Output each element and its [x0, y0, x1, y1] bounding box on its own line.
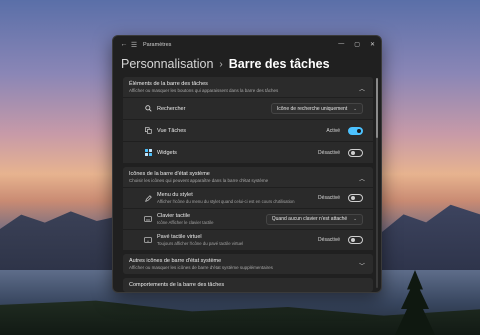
- section-subtitle: Afficher ou masquer les boutons qui appa…: [129, 88, 279, 93]
- window-title: Paramètres: [143, 41, 172, 48]
- maximize-button[interactable]: ▢: [354, 41, 360, 48]
- toggle-state-label: Activé: [326, 127, 340, 134]
- toggle-state-label: Désactivé: [318, 149, 340, 156]
- row-label: Menu du stylet: [157, 192, 193, 198]
- touchpad-icon: [143, 237, 153, 243]
- row-description: Afficher l'icône du menu du stylet quand…: [157, 199, 295, 204]
- chevron-up-icon[interactable]: ︿: [359, 174, 365, 183]
- pen-icon: [143, 194, 153, 202]
- toggle-state-label: Désactivé: [318, 195, 340, 201]
- search-icon: [143, 105, 153, 112]
- row-description: Toujours afficher l'icône du pavé tactil…: [157, 241, 244, 246]
- widgets-icon: [143, 149, 153, 156]
- toggle-knob: [350, 238, 355, 242]
- toggle-knob: [357, 128, 361, 133]
- row-label: Pavé tactile virtuel: [157, 234, 202, 240]
- breadcrumb-parent[interactable]: Personnalisation: [121, 57, 213, 71]
- wallpaper-mountain-right: [382, 204, 480, 280]
- row-task-view: Vue Tâches Activé: [123, 119, 373, 141]
- row-touch-keyboard: Clavier tactile Icône Afficher le clavie…: [123, 208, 373, 229]
- row-label: Widgets: [157, 149, 177, 156]
- section-title: Icônes de la barre d'état système: [129, 171, 210, 177]
- toggle-knob: [350, 196, 355, 200]
- settings-window: ← ☰ Paramètres — ▢ ✕ Personnalisation › …: [112, 35, 382, 293]
- widgets-toggle[interactable]: [348, 148, 363, 157]
- section-taskbar-items[interactable]: Éléments de la barre des tâches Afficher…: [123, 77, 373, 97]
- chevron-down-icon: ⌄: [353, 216, 357, 221]
- chevron-up-icon[interactable]: ︿: [359, 84, 365, 93]
- pen-menu-toggle[interactable]: [348, 194, 363, 202]
- row-widgets: Widgets Désactivé: [123, 141, 373, 163]
- settings-content: Éléments de la barre des tâches Afficher…: [123, 77, 373, 292]
- section-system-tray[interactable]: Icônes de la barre d'état système Choisi…: [123, 167, 373, 187]
- close-button[interactable]: ✕: [370, 41, 375, 48]
- task-view-icon: [143, 127, 153, 134]
- section-taskbar-behaviors[interactable]: Comportements de la barre des tâches: [123, 278, 373, 292]
- minimize-button[interactable]: —: [338, 41, 344, 48]
- section-title: Comportements de la barre des tâches: [129, 282, 225, 288]
- chevron-down-icon[interactable]: ﹀: [359, 261, 365, 270]
- chevron-right-icon: ›: [219, 58, 223, 70]
- row-search: Rechercher Icône de recherche uniquement…: [123, 97, 373, 119]
- touchpad-toggle[interactable]: [348, 236, 363, 244]
- keyboard-icon: [143, 216, 153, 222]
- row-touchpad: Pavé tactile virtuel Toujours afficher l…: [123, 229, 373, 250]
- back-arrow-icon[interactable]: ←: [119, 40, 129, 50]
- breadcrumb: Personnalisation › Barre des tâches: [113, 53, 381, 73]
- row-label: Clavier tactile: [157, 213, 191, 219]
- section-title: Autres icônes de barre d'état système: [129, 258, 222, 264]
- toggle-state-label: Désactivé: [318, 237, 340, 243]
- page-title: Barre des tâches: [228, 57, 330, 71]
- task-view-toggle[interactable]: [348, 126, 363, 135]
- row-label: Vue Tâches: [157, 127, 187, 134]
- title-bar: ← ☰ Paramètres — ▢ ✕: [113, 36, 381, 53]
- scrollbar[interactable]: [376, 78, 378, 288]
- dropdown-value: Icône de recherche uniquement: [276, 105, 348, 112]
- row-label: Rechercher: [157, 105, 186, 112]
- chevron-down-icon: ⌄: [353, 105, 357, 111]
- scrollbar-thumb[interactable]: [376, 78, 378, 138]
- section-subtitle: Afficher ou masquer les icônes de barre …: [129, 265, 273, 270]
- row-description: Icône Afficher le clavier tactile: [157, 220, 214, 225]
- toggle-knob: [350, 150, 355, 155]
- row-pen-menu: Menu du stylet Afficher l'icône du menu …: [123, 187, 373, 208]
- search-mode-dropdown[interactable]: Icône de recherche uniquement ⌄: [270, 103, 363, 114]
- hamburger-menu-icon[interactable]: ☰: [129, 40, 139, 50]
- dropdown-value: Quand aucun clavier n'est attaché: [271, 216, 348, 222]
- section-subtitle: Choisir les icônes qui peuvent apparaîtr…: [129, 178, 269, 183]
- section-other-tray-icons[interactable]: Autres icônes de barre d'état système Af…: [123, 254, 373, 274]
- touch-keyboard-dropdown[interactable]: Quand aucun clavier n'est attaché ⌄: [265, 213, 363, 225]
- section-title: Éléments de la barre des tâches: [129, 81, 208, 87]
